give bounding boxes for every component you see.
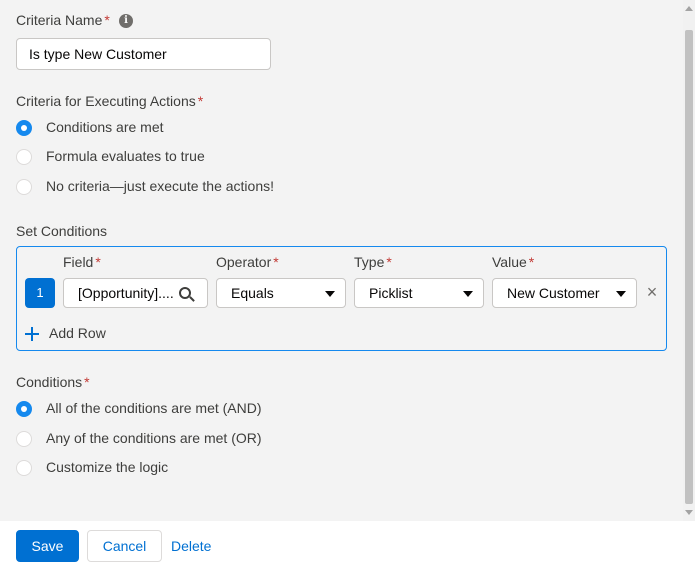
- radio-button[interactable]: [16, 401, 32, 417]
- scroll-down-icon[interactable]: [685, 510, 693, 515]
- required-mark: *: [84, 374, 90, 390]
- radio-label: Customize the logic: [46, 459, 169, 475]
- radio-label: No criteria—just execute the actions!: [46, 178, 274, 194]
- column-header-text: Type: [354, 254, 385, 270]
- required-mark: *: [197, 93, 204, 109]
- radio-button[interactable]: [16, 120, 32, 136]
- chevron-down-icon: [616, 291, 626, 297]
- field-value: [Opportunity]....: [78, 285, 174, 301]
- executing-actions-label: Criteria for Executing Actions *: [16, 93, 203, 109]
- criteria-name-label: Criteria Name *: [16, 12, 110, 28]
- column-header-text: Value: [492, 254, 527, 270]
- type-select[interactable]: Picklist: [354, 278, 484, 308]
- criteria-name-input[interactable]: Is type New Customer: [16, 38, 271, 70]
- radio-label: Conditions are met: [46, 119, 164, 135]
- radio-button[interactable]: [16, 149, 32, 165]
- column-header-text: Operator: [216, 254, 272, 270]
- required-mark: *: [273, 254, 279, 270]
- executing-actions-label-text: Criteria for Executing Actions: [16, 93, 196, 109]
- type-value: Picklist: [369, 285, 413, 301]
- radio-button[interactable]: [16, 179, 32, 195]
- criteria-name-label-text: Criteria Name: [16, 12, 103, 28]
- add-row-label: Add Row: [49, 325, 106, 341]
- chevron-down-icon: [463, 291, 473, 297]
- save-button[interactable]: Save: [16, 530, 79, 562]
- column-header-text: Field: [63, 254, 94, 270]
- operator-select[interactable]: Equals: [216, 278, 346, 308]
- column-header-operator: Operator *: [216, 254, 279, 270]
- plus-icon: [25, 327, 39, 341]
- info-icon[interactable]: i: [119, 14, 133, 28]
- delete-link[interactable]: Delete: [171, 538, 211, 554]
- scroll-up-icon[interactable]: [685, 6, 693, 11]
- search-icon[interactable]: [179, 287, 191, 299]
- set-conditions-label: Set Conditions: [16, 223, 108, 239]
- radio-label: Any of the conditions are met (OR): [46, 430, 262, 446]
- column-header-type: Type *: [354, 254, 392, 270]
- value-value: New Customer: [507, 285, 600, 301]
- radio-label: Formula evaluates to true: [46, 148, 205, 164]
- radio-label: All of the conditions are met (AND): [46, 400, 262, 416]
- conditions-label-text: Conditions: [16, 374, 83, 390]
- scroll-thumb[interactable]: [685, 30, 693, 504]
- required-mark: *: [95, 254, 101, 270]
- scrollbar[interactable]: [683, 0, 695, 521]
- close-icon[interactable]: ×: [644, 283, 660, 301]
- column-header-field: Field *: [63, 254, 101, 270]
- field-lookup-input[interactable]: [Opportunity]....: [63, 278, 208, 308]
- column-header-value: Value *: [492, 254, 534, 270]
- radio-button[interactable]: [16, 431, 32, 447]
- required-mark: *: [528, 254, 535, 270]
- row-number-badge: 1: [25, 278, 55, 308]
- cancel-button[interactable]: Cancel: [87, 530, 162, 562]
- conditions-label: Conditions *: [16, 374, 90, 390]
- required-mark: *: [386, 254, 392, 270]
- required-mark: *: [104, 12, 110, 28]
- radio-button[interactable]: [16, 460, 32, 476]
- chevron-down-icon: [325, 291, 335, 297]
- value-select[interactable]: New Customer: [492, 278, 637, 308]
- operator-value: Equals: [231, 285, 274, 301]
